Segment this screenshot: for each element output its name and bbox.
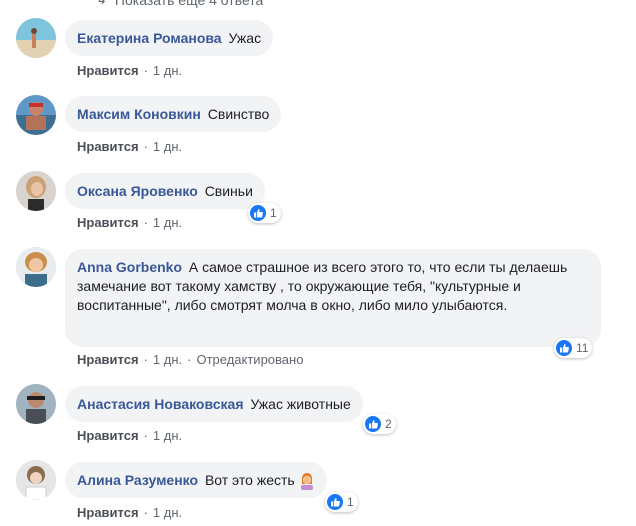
reply-arrow-icon: ↳ [96,0,107,8]
reaction-number: 2 [385,417,392,431]
facepalm-emoji-icon [299,472,315,491]
comment-actions: Нравится · 1 дн. · Отредактировано [77,352,303,367]
reaction-number: 1 [270,206,277,220]
separator: · [143,63,148,78]
more-replies-label: Показать еще 4 ответа [114,0,264,8]
comment-bubble: Анастасия Новаковская Ужас животные [65,386,363,422]
separator: · [143,428,148,443]
comment-timestamp[interactable]: 1 дн. [153,215,182,230]
reaction-count[interactable]: 11 [554,338,593,358]
comment-author-link[interactable]: Максим Коновкин [77,106,201,122]
like-reaction-icon [250,205,266,221]
comment-timestamp[interactable]: 1 дн. [153,428,182,443]
comment-text: Ужас [228,30,262,46]
avatar[interactable] [16,384,56,424]
comment-bubble: Оксана Яровенко Свиньи [65,173,265,209]
comment-timestamp[interactable]: 1 дн. [153,505,182,520]
comment-text: Ужас животные [250,396,351,412]
separator: · [143,505,148,520]
reaction-number: 1 [347,495,354,509]
like-reaction-icon [556,340,572,356]
comment-author-link[interactable]: Алина Разуменко [77,472,198,488]
like-button[interactable]: Нравится [77,352,139,367]
comment-bubble: Алина Разуменко Вот это жесть [65,462,327,498]
comment-author-link[interactable]: Anna Gorbenko [77,259,182,275]
comment-text: Свинство [207,106,270,122]
avatar[interactable] [16,95,56,135]
comment-timestamp[interactable]: 1 дн. [153,352,182,367]
edited-label: Отредактировано [196,352,304,367]
comment-timestamp[interactable]: 1 дн. [153,139,182,154]
avatar[interactable] [16,171,56,211]
comment-actions: Нравится · 1 дн. [77,139,182,154]
avatar[interactable] [16,460,56,500]
separator: · [143,352,148,367]
comment-author-link[interactable]: Анастасия Новаковская [77,396,243,412]
comment-text: Вот это жесть [204,472,295,488]
comment-timestamp[interactable]: 1 дн. [153,63,182,78]
comment-actions: Нравится · 1 дн. [77,505,182,520]
comment-author-link[interactable]: Оксана Яровенко [77,183,198,199]
avatar[interactable] [16,18,56,58]
comment-text: Свиньи [204,183,253,199]
comment-bubble: Anna Gorbenko А самое страшное из всего … [65,249,601,347]
separator: · [143,139,148,154]
like-reaction-icon [327,494,343,510]
comment-actions: Нравится · 1 дн. [77,215,182,230]
comment-bubble: Екатерина Романова Ужас [65,20,274,56]
more-replies-link[interactable]: ↳ Показать еще 4 ответа [96,0,263,9]
separator: · [187,352,192,367]
like-button[interactable]: Нравится [77,215,139,230]
comment-actions: Нравится · 1 дн. [77,428,182,443]
reaction-number: 11 [576,341,589,355]
reaction-count[interactable]: 2 [363,414,396,434]
like-reaction-icon [365,416,381,432]
separator: · [143,215,148,230]
comment-bubble: Максим Коновкин Свинство [65,96,282,132]
reaction-count[interactable]: 1 [325,492,358,512]
like-button[interactable]: Нравится [77,139,139,154]
avatar[interactable] [16,247,56,287]
like-button[interactable]: Нравится [77,63,139,78]
like-button[interactable]: Нравится [77,428,139,443]
like-button[interactable]: Нравится [77,505,139,520]
reaction-count[interactable]: 1 [248,203,281,223]
comment-author-link[interactable]: Екатерина Романова [77,30,222,46]
comment-actions: Нравится · 1 дн. [77,63,182,78]
